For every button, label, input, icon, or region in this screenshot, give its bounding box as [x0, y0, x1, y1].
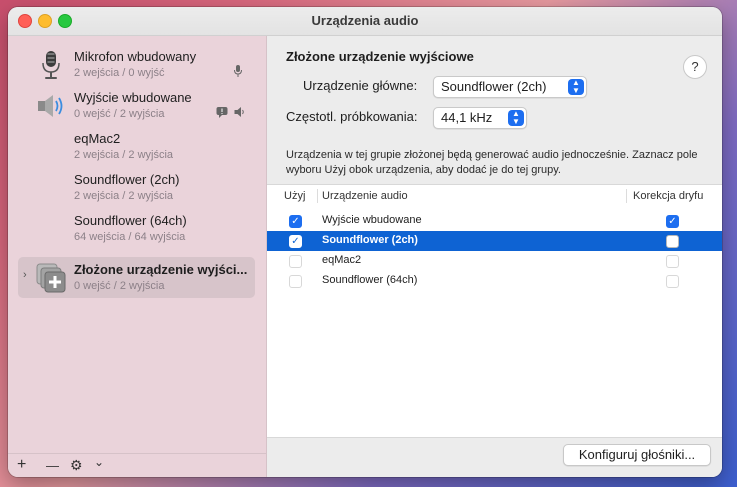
audio-devices-window: Urządzenia audio Mikrofon wbudowany 2 we… [8, 7, 722, 477]
device-cell: Soundflower (2ch) [322, 234, 418, 246]
disclosure-chevron-icon[interactable]: › [23, 269, 27, 281]
drift-checkbox[interactable]: ✓ [666, 215, 679, 228]
master-device-popup[interactable]: Soundflower (2ch) ▲ ▼ [433, 76, 587, 98]
chevron-down-icon[interactable]: ⌄ [94, 455, 104, 469]
column-divider [317, 189, 318, 203]
device-detail-pane: Złożone urządzenie wyjściowe ? Urządzeni… [267, 36, 722, 477]
device-name: Wyjście wbudowane [74, 90, 192, 105]
use-checkbox[interactable]: ✓ [289, 235, 302, 248]
device-cell: Wyjście wbudowane [322, 214, 422, 226]
sidebar-item-builtin-output[interactable]: Wyjście wbudowane 0 wejść / 2 wyjścia [8, 85, 266, 126]
sidebar-item-soundflower-2ch[interactable]: Soundflower (2ch) 2 wejścia / 2 wyjścia [8, 167, 266, 208]
column-header-drift[interactable]: Korekcja dryfu [633, 190, 703, 202]
zoom-window-button[interactable] [58, 14, 72, 28]
device-channels: 2 wejścia / 2 wyjścia [74, 149, 174, 161]
help-button[interactable]: ? [683, 55, 707, 79]
speaker-icon [38, 95, 63, 117]
popup-arrows-icon: ▲ ▼ [568, 79, 584, 95]
use-checkbox[interactable]: ✓ [289, 215, 302, 228]
drift-checkbox[interactable] [666, 235, 679, 248]
microphone-icon [42, 51, 60, 79]
drift-checkbox[interactable] [666, 275, 679, 288]
device-name: Soundflower (64ch) [74, 213, 187, 228]
table-row[interactable]: Soundflower (64ch) [267, 271, 722, 291]
subdevices-table: Użyj Urządzenie audio Korekcja dryfu ✓ W… [267, 184, 722, 438]
device-channels: 64 wejścia / 64 wyjścia [74, 231, 186, 243]
table-row[interactable]: eqMac2 [267, 251, 722, 271]
column-divider [626, 189, 627, 203]
sidebar-item-soundflower-64ch[interactable]: Soundflower (64ch) 64 wejścia / 64 wyjśc… [8, 208, 266, 249]
gear-icon[interactable]: ⚙ [70, 457, 83, 474]
device-name: eqMac2 [74, 131, 121, 146]
master-device-value: Soundflower (2ch) [441, 79, 547, 94]
use-checkbox[interactable] [289, 255, 302, 268]
drift-checkbox[interactable] [666, 255, 679, 268]
sample-rate-value: 44,1 kHz [441, 110, 493, 125]
group-description: Urządzenia w tej grupie złożonej będą ge… [286, 149, 698, 176]
master-device-label: Urządzenie główne: [303, 78, 418, 93]
title-bar: Urządzenia audio [8, 7, 722, 36]
input-device-icon [234, 65, 242, 77]
device-channels: 0 wejść / 2 wyjścia [74, 108, 165, 120]
device-name: Soundflower (2ch) [74, 172, 180, 187]
close-window-button[interactable] [18, 14, 32, 28]
alert-icon [216, 107, 228, 118]
aggregate-device-icon [36, 263, 66, 293]
device-name: Mikrofon wbudowany [74, 49, 197, 64]
device-channels: 0 wejść / 2 wyjścia [74, 280, 165, 292]
device-header: Złożone urządzenie wyjściowe [286, 49, 474, 64]
sidebar-item-eqmac2[interactable]: eqMac2 2 wejścia / 2 wyjścia [8, 126, 266, 167]
device-channels: 2 wejścia / 2 wyjścia [74, 190, 174, 202]
device-cell: Soundflower (64ch) [322, 274, 418, 286]
use-checkbox[interactable] [289, 275, 302, 288]
add-device-button[interactable]: + [17, 456, 26, 474]
device-name: Złożone urządzenie wyjści... [74, 262, 248, 277]
column-header-device[interactable]: Urządzenie audio [322, 190, 408, 202]
device-sidebar: Mikrofon wbudowany 2 wejścia / 0 wyjść W… [8, 36, 267, 477]
table-row[interactable]: ✓ Soundflower (2ch) [267, 231, 722, 251]
configure-speakers-button[interactable]: Konfiguruj głośniki... [563, 444, 711, 466]
sidebar-item-builtin-microphone[interactable]: Mikrofon wbudowany 2 wejścia / 0 wyjść [8, 44, 266, 85]
sidebar-item-aggregate-device[interactable]: › Złożone urządzenie wyjści... 0 wejść /… [8, 257, 266, 298]
column-header-use[interactable]: Użyj [284, 190, 305, 202]
sidebar-footer: + — ⚙ ⌄ [8, 453, 266, 477]
minimize-window-button[interactable] [38, 14, 52, 28]
sample-rate-label: Częstotl. próbkowania: [286, 109, 418, 124]
device-channels: 2 wejścia / 0 wyjść [74, 67, 165, 79]
device-cell: eqMac2 [322, 254, 362, 266]
sample-rate-popup[interactable]: 44,1 kHz ▲ ▼ [433, 107, 527, 129]
output-device-icon [234, 107, 244, 117]
popup-arrows-icon: ▲ ▼ [508, 110, 524, 126]
window-title: Urządzenia audio [311, 13, 419, 28]
remove-device-button[interactable]: — [46, 458, 59, 473]
table-row[interactable]: ✓ Wyjście wbudowane ✓ [267, 211, 722, 231]
